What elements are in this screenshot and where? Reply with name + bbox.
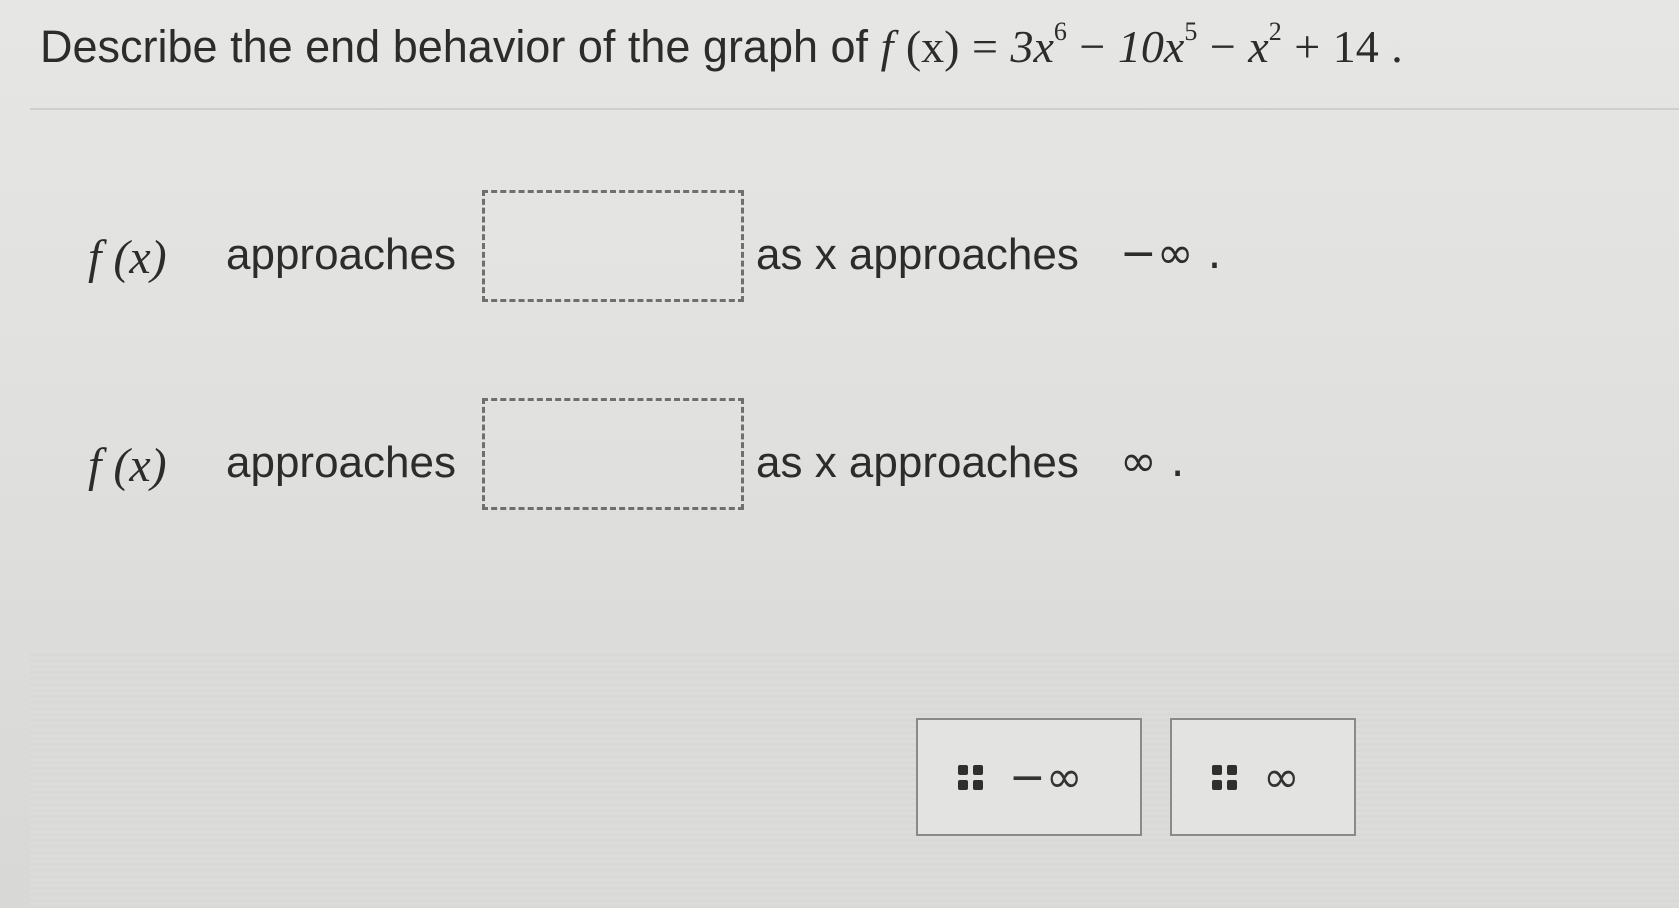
term-3-base: x [1248,21,1269,72]
term-3: x2 [1248,19,1281,73]
answer-row-negative-infinity: f (x) approaches as x approaches −∞ . [0,190,1679,320]
as-x-approaches-label: as x approaches [756,230,1079,279]
term-2: 10x5 [1117,19,1197,73]
term-1-exponent: 6 [1053,17,1067,46]
question-period: . [1391,21,1403,72]
option-label: ∞ [1263,751,1300,803]
function-arg: (x) [905,21,960,72]
minus-sign-2: − [1209,21,1236,72]
function-label: f (x) [88,231,167,284]
answer-drop-zone-1[interactable] [482,190,744,302]
approaches-label: approaches [226,438,456,487]
drag-handle-icon[interactable] [958,764,983,790]
as-x-approaches-label: as x approaches [756,438,1079,487]
equals-sign: = [972,21,998,72]
answer-drop-zone-2[interactable] [482,398,744,510]
term-1-base: 3x [1010,21,1054,72]
option-negative-infinity[interactable]: −∞ [916,718,1142,836]
x-limit-label: ∞ . [1120,436,1185,487]
approaches-label: approaches [226,230,456,279]
minus-sign-1: − [1079,21,1106,72]
function-name: f [880,21,894,72]
function-label: f (x) [88,439,167,492]
option-label: −∞ [1009,751,1083,803]
question-prefix: Describe the end behavior of the graph o… [40,21,869,72]
answer-row-positive-infinity: f (x) approaches as x approaches ∞ . [0,398,1679,528]
option-positive-infinity[interactable]: ∞ [1170,718,1356,836]
x-limit-label: −∞ . [1120,228,1222,279]
plus-sign: + [1294,21,1321,72]
term-2-base: 10x [1117,21,1185,72]
drag-handle-icon[interactable] [1212,764,1237,790]
term-1: 3x6 [1010,19,1066,73]
divider [30,108,1679,110]
term-2-exponent: 5 [1184,17,1198,46]
answer-options-tray [30,650,1679,908]
question-prompt: Describe the end behavior of the graph o… [40,19,1403,73]
term-3-exponent: 2 [1268,17,1282,46]
constant-term: 14 [1332,21,1379,72]
